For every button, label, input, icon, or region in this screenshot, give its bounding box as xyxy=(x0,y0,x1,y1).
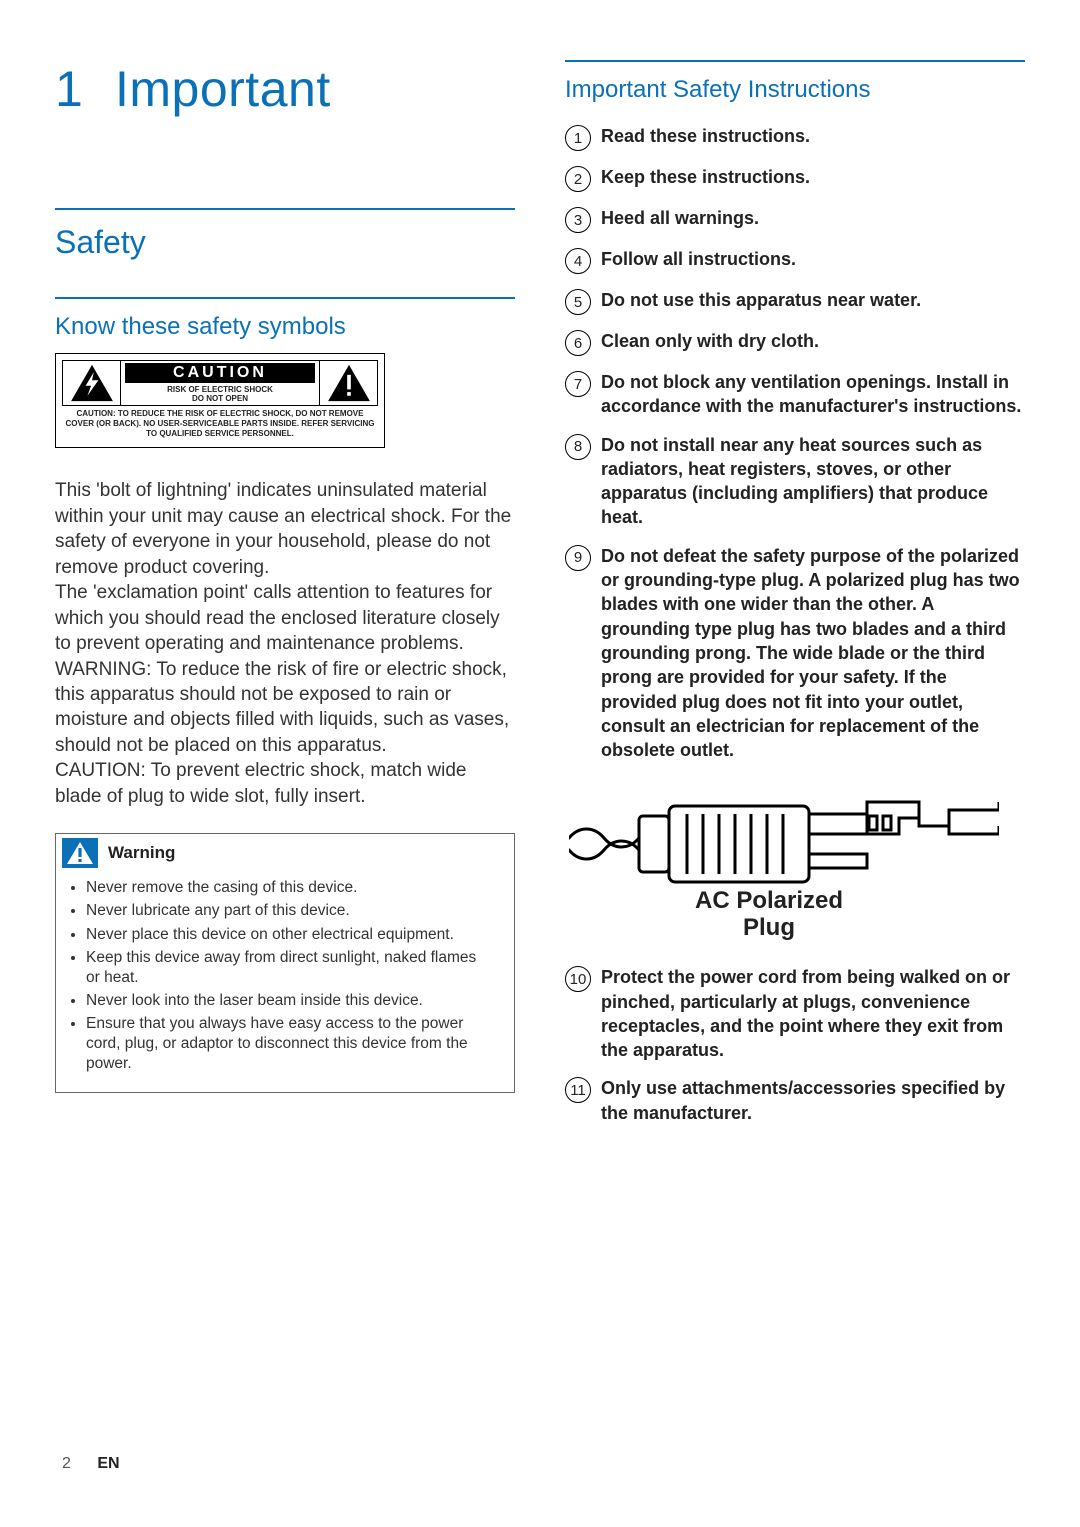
caution-sub2: DO NOT OPEN xyxy=(192,394,248,403)
list-item: 8Do not install near any heat sources su… xyxy=(565,433,1025,530)
paragraph: The 'exclamation point' calls attention … xyxy=(55,580,515,656)
warning-item: Never remove the casing of this device. xyxy=(86,878,494,898)
warning-item: Ensure that you always have easy access … xyxy=(86,1014,494,1074)
exclamation-triangle-icon xyxy=(319,361,377,405)
step-number: 8 xyxy=(565,434,591,460)
list-item: 10Protect the power cord from being walk… xyxy=(565,965,1025,1062)
step-number: 7 xyxy=(565,371,591,397)
list-item: 3Heed all warnings. xyxy=(565,206,1025,233)
warning-item: Never look into the laser beam inside th… xyxy=(86,991,494,1011)
warning-item: Never lubricate any part of this device. xyxy=(86,901,494,921)
caution-bottom-text: CAUTION: TO REDUCE THE RISK OF ELECTRIC … xyxy=(62,406,378,441)
plug-caption-line1: AC Polarized xyxy=(695,887,843,914)
safety-instructions-list-cont: 10Protect the power cord from being walk… xyxy=(565,965,1025,1125)
step-number: 2 xyxy=(565,166,591,192)
page-number: 2 xyxy=(62,1455,71,1472)
list-item: 1Read these instructions. xyxy=(565,124,1025,151)
warning-item: Never place this device on other electri… xyxy=(86,925,494,945)
safety-instructions-list: 1Read these instructions. 2Keep these in… xyxy=(565,124,1025,762)
chapter-name: Important xyxy=(115,61,331,117)
step-number: 5 xyxy=(565,289,591,315)
step-number: 6 xyxy=(565,330,591,356)
step-number: 3 xyxy=(565,207,591,233)
list-item: 2Keep these instructions. xyxy=(565,165,1025,192)
caution-sub1: RISK OF ELECTRIC SHOCK xyxy=(167,385,273,394)
list-item: 6Clean only with dry cloth. xyxy=(565,329,1025,356)
warning-item: Keep this device away from direct sunlig… xyxy=(86,948,494,988)
step-number: 4 xyxy=(565,248,591,274)
step-number: 11 xyxy=(565,1077,591,1103)
caution-label-box: CAUTION RISK OF ELECTRIC SHOCKDO NOT OPE… xyxy=(55,353,385,448)
chapter-number: 1 xyxy=(55,60,115,118)
step-number: 10 xyxy=(565,966,591,992)
divider xyxy=(55,297,515,299)
list-item: 7Do not block any ventilation openings. … xyxy=(565,370,1025,419)
list-item: 4Follow all instructions. xyxy=(565,247,1025,274)
list-item: 5Do not use this apparatus near water. xyxy=(565,288,1025,315)
body-text: This 'bolt of lightning' indicates unins… xyxy=(55,478,515,809)
paragraph: WARNING: To reduce the risk of fire or e… xyxy=(55,657,515,759)
step-number: 1 xyxy=(565,125,591,151)
caution-title: CAUTION xyxy=(125,363,315,383)
divider xyxy=(565,60,1025,62)
lightning-triangle-icon xyxy=(63,361,121,405)
section-safety-heading: Safety xyxy=(55,224,515,261)
page-footer: 2 EN xyxy=(62,1455,120,1473)
warning-exclamation-icon xyxy=(62,838,98,868)
warning-box: Warning Never remove the casing of this … xyxy=(55,833,515,1092)
divider xyxy=(55,208,515,210)
plug-figure: AC Polarized Plug xyxy=(569,776,1025,941)
list-item: 9Do not defeat the safety purpose of the… xyxy=(565,544,1025,763)
paragraph: This 'bolt of lightning' indicates unins… xyxy=(55,478,515,580)
page-language: EN xyxy=(97,1455,119,1472)
warning-list: Never remove the casing of this device. … xyxy=(56,872,514,1091)
step-number: 9 xyxy=(565,545,591,571)
chapter-title: 1Important xyxy=(55,60,515,118)
subheading-know-symbols: Know these safety symbols xyxy=(55,313,515,341)
warning-label: Warning xyxy=(108,843,175,863)
plug-caption-line2: Plug xyxy=(743,914,795,941)
list-item: 11Only use attachments/accessories speci… xyxy=(565,1076,1025,1125)
subheading-safety-instructions: Important Safety Instructions xyxy=(565,76,1025,104)
paragraph: CAUTION: To prevent electric shock, matc… xyxy=(55,758,515,809)
